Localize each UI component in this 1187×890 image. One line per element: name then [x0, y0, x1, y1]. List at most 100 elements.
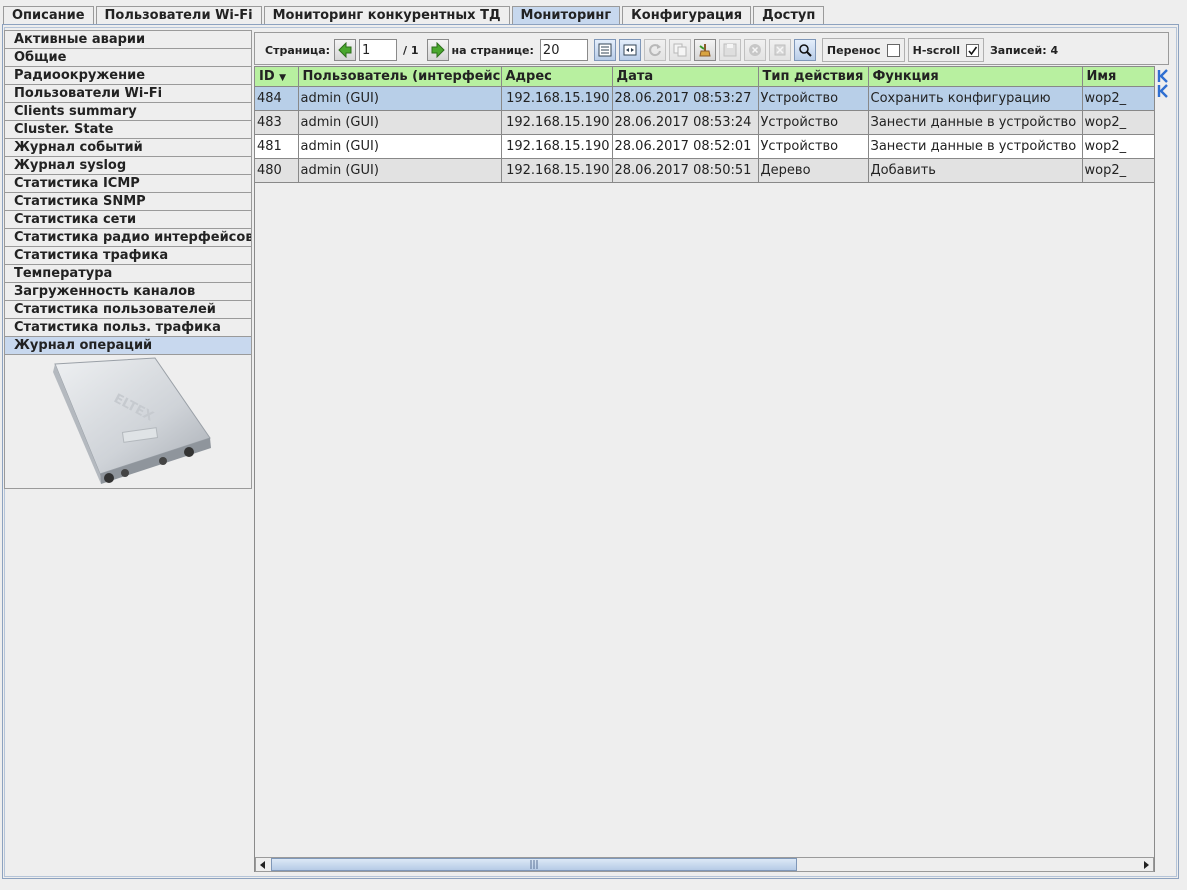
hscroll-checkbox[interactable]	[965, 43, 979, 57]
sidebar-item-temperature[interactable]: Температура	[5, 265, 251, 283]
fit-columns-button[interactable]	[618, 39, 641, 61]
page-label: Страница:	[265, 43, 331, 57]
tab-configuration[interactable]: Конфигурация	[622, 6, 752, 25]
prev-page-button[interactable]	[334, 39, 357, 61]
tab-access[interactable]: Доступ	[753, 6, 825, 25]
per-page-input[interactable]	[539, 39, 588, 61]
delete-icon	[774, 44, 786, 56]
horizontal-scrollbar[interactable]	[255, 857, 1154, 872]
wrap-label: Перенос	[826, 43, 881, 57]
cell-function: Добавить	[868, 158, 1083, 183]
cell-name: wop2_	[1082, 110, 1154, 135]
sort-desc-icon: ▼	[279, 72, 287, 83]
cell-action-type: Устройство	[758, 110, 869, 135]
checkmark-icon	[968, 46, 978, 55]
refresh-button[interactable]	[643, 39, 666, 61]
table-row[interactable]: 481 admin (GUI) 192.168.15.190 28.06.201…	[255, 134, 1154, 159]
save-button[interactable]	[718, 39, 741, 61]
save-icon	[723, 43, 737, 57]
sidebar: Активные аварии Общие Радиоокружение Пол…	[4, 30, 252, 489]
tab-monitoring[interactable]: Мониторинг	[511, 6, 621, 25]
page-total: / 1	[403, 43, 419, 57]
sidebar-item-clients-summary[interactable]: Clients summary	[5, 103, 251, 121]
arrow-left-icon	[338, 42, 352, 58]
delete-button[interactable]	[768, 39, 791, 61]
cell-user: admin (GUI)	[298, 134, 502, 159]
sidebar-item-user-stats[interactable]: Статистика пользователей	[5, 301, 251, 319]
cell-function: Занести данные в устройство	[868, 110, 1083, 135]
wrap-toggle-group: Перенос	[821, 38, 905, 62]
column-header-name[interactable]: Имя	[1082, 67, 1154, 87]
next-page-button[interactable]	[426, 39, 449, 61]
triangle-right-icon	[1144, 860, 1149, 869]
sidebar-item-general[interactable]: Общие	[5, 49, 251, 67]
cell-action-type: Устройство	[758, 86, 869, 111]
sidebar-item-wifi-users[interactable]: Пользователи Wi-Fi	[5, 85, 251, 103]
cell-address: 192.168.15.190	[501, 86, 613, 111]
tab-competitor-ap-monitoring[interactable]: Мониторинг конкурентных ТД	[263, 6, 510, 25]
cell-id: 483	[255, 110, 299, 135]
hscroll-toggle-group: H-scroll	[907, 38, 984, 62]
table-row[interactable]: 480 admin (GUI) 192.168.15.190 28.06.201…	[255, 158, 1154, 183]
scroll-right-button[interactable]	[1139, 858, 1153, 871]
hscroll-label: H-scroll	[912, 43, 960, 57]
tab-wifi-users[interactable]: Пользователи Wi-Fi	[95, 6, 262, 25]
table-toolbar: Страница: / 1 на странице:	[254, 32, 1169, 65]
device-image: ELTEX	[5, 356, 251, 488]
sidebar-item-event-log[interactable]: Журнал событий	[5, 139, 251, 157]
sidebar-item-user-traffic-stats[interactable]: Статистика польз. трафика	[5, 319, 251, 337]
per-page-label: на странице:	[451, 43, 534, 57]
cell-address: 192.168.15.190	[501, 158, 613, 183]
search-icon	[799, 44, 812, 57]
sidebar-item-traffic-stats[interactable]: Статистика трафика	[5, 247, 251, 265]
column-header-date[interactable]: Дата	[612, 67, 759, 87]
sidebar-item-icmp-stats[interactable]: Статистика ICMP	[5, 175, 251, 193]
column-header-function[interactable]: Функция	[868, 67, 1083, 87]
cancel-icon	[748, 44, 761, 56]
cell-name: wop2_	[1082, 134, 1154, 159]
cell-address: 192.168.15.190	[501, 134, 613, 159]
cancel-button[interactable]	[743, 39, 766, 61]
column-header-address[interactable]: Адрес	[501, 67, 613, 87]
cell-function: Занести данные в устройство	[868, 134, 1083, 159]
column-header-action-type[interactable]: Тип действия	[758, 67, 869, 87]
cell-user: admin (GUI)	[298, 86, 502, 111]
copy-button[interactable]	[668, 39, 691, 61]
clear-button[interactable]	[693, 39, 716, 61]
sidebar-item-snmp-stats[interactable]: Статистика SNMP	[5, 193, 251, 211]
cell-date: 28.06.2017 08:52:01	[612, 134, 759, 159]
grip-icon	[530, 860, 538, 869]
page-number-input[interactable]	[359, 39, 398, 61]
sidebar-item-radio-environment[interactable]: Радиоокружение	[5, 67, 251, 85]
sidebar-item-syslog[interactable]: Журнал syslog	[5, 157, 251, 175]
wrap-checkbox[interactable]	[886, 43, 900, 57]
broom-icon	[699, 44, 711, 57]
tab-description[interactable]: Описание	[3, 6, 94, 25]
column-header-user[interactable]: Пользователь (интерфейс)	[298, 67, 502, 87]
sidebar-item-network-stats[interactable]: Статистика сети	[5, 211, 251, 229]
operation-log-table: ID ▼ Пользователь (интерфейс) Адрес Дата…	[254, 66, 1155, 872]
top-tab-bar: Описание Пользователи Wi-Fi Мониторинг к…	[3, 6, 826, 25]
column-header-id[interactable]: ID ▼	[255, 67, 299, 87]
cell-id: 481	[255, 134, 299, 159]
cell-user: admin (GUI)	[298, 158, 502, 183]
collapse-panel-button[interactable]	[1156, 68, 1170, 100]
scroll-left-button[interactable]	[256, 858, 270, 871]
arrow-right-icon	[431, 42, 445, 58]
cell-id: 484	[255, 86, 299, 111]
records-count: Записей: 4	[989, 43, 1059, 57]
cell-id: 480	[255, 158, 299, 183]
sidebar-item-cluster-state[interactable]: Cluster. State	[5, 121, 251, 139]
table-row[interactable]: 484 admin (GUI) 192.168.15.190 28.06.201…	[255, 86, 1154, 111]
scrollbar-thumb[interactable]	[271, 858, 797, 871]
search-button[interactable]	[793, 39, 816, 61]
sidebar-item-active-alarms[interactable]: Активные аварии	[5, 31, 251, 49]
sidebar-item-operation-log[interactable]: Журнал операций	[5, 337, 251, 355]
cell-date: 28.06.2017 08:50:51	[612, 158, 759, 183]
double-chevron-icon	[1157, 69, 1168, 98]
column-settings-button[interactable]	[593, 39, 616, 61]
table-header-row: ID ▼ Пользователь (интерфейс) Адрес Дата…	[255, 67, 1154, 87]
table-row[interactable]: 483 admin (GUI) 192.168.15.190 28.06.201…	[255, 110, 1154, 135]
sidebar-item-channel-load[interactable]: Загруженность каналов	[5, 283, 251, 301]
sidebar-item-radio-interface-stats[interactable]: Статистика радио интерфейсов	[5, 229, 251, 247]
